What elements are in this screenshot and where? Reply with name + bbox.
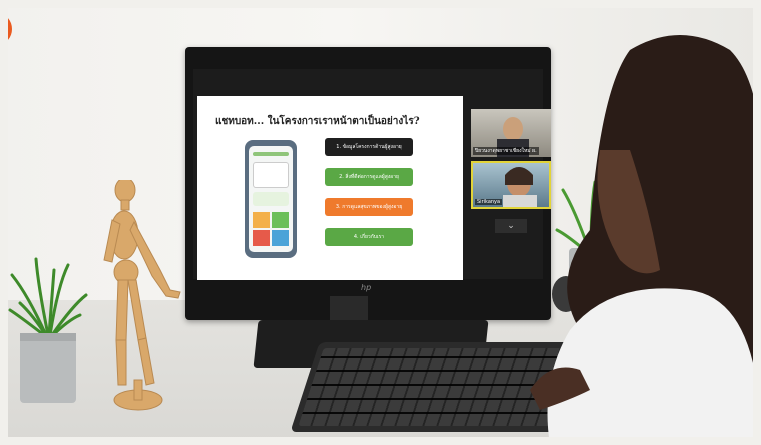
participant-2-name: Sirikanya xyxy=(475,199,503,205)
presentation-slide: แชทบอท... ในโครงการเราหน้าตาเป็นอย่างไร?… xyxy=(197,96,463,280)
chatbot-menu-button-3: 3. การดูแลสุขภาพของผู้สูงอายุ xyxy=(325,198,413,216)
chatbot-menu-button-2: 2. สิ่งที่ดีต่อการดูแลผู้สูงอายุ xyxy=(325,168,413,186)
participant-1-name: ปิยวนงาดุพยาชาเชียงใหม่ ผ. xyxy=(473,147,539,155)
photo-scene: แชทบอท... ในโครงการเราหน้าตาเป็นอย่างไร?… xyxy=(0,0,761,445)
phone-mockup xyxy=(245,140,297,258)
monitor-screen: แชทบอท... ในโครงการเราหน้าตาเป็นอย่างไร?… xyxy=(193,69,551,280)
wooden-mannequin xyxy=(103,180,181,411)
potted-plant-left xyxy=(8,257,88,403)
chatbot-menu-button-4: 4. เกี่ยวกับเรา xyxy=(325,228,413,246)
chevron-down-icon[interactable]: ⌄ xyxy=(495,219,527,233)
monitor: แชทบอท... ในโครงการเราหน้าตาเป็นอย่างไร?… xyxy=(185,47,551,320)
slide-title: แชทบอท... ในโครงการเราหน้าตาเป็นอย่างไร? xyxy=(215,116,420,127)
phone-chat-screen xyxy=(249,146,293,252)
monitor-logo: hp xyxy=(361,283,372,292)
chatbot-menu-button-1: 1. ข้อมูลโครงการด้านผู้สูงอายุ xyxy=(325,138,413,156)
person-at-computer xyxy=(530,35,761,445)
